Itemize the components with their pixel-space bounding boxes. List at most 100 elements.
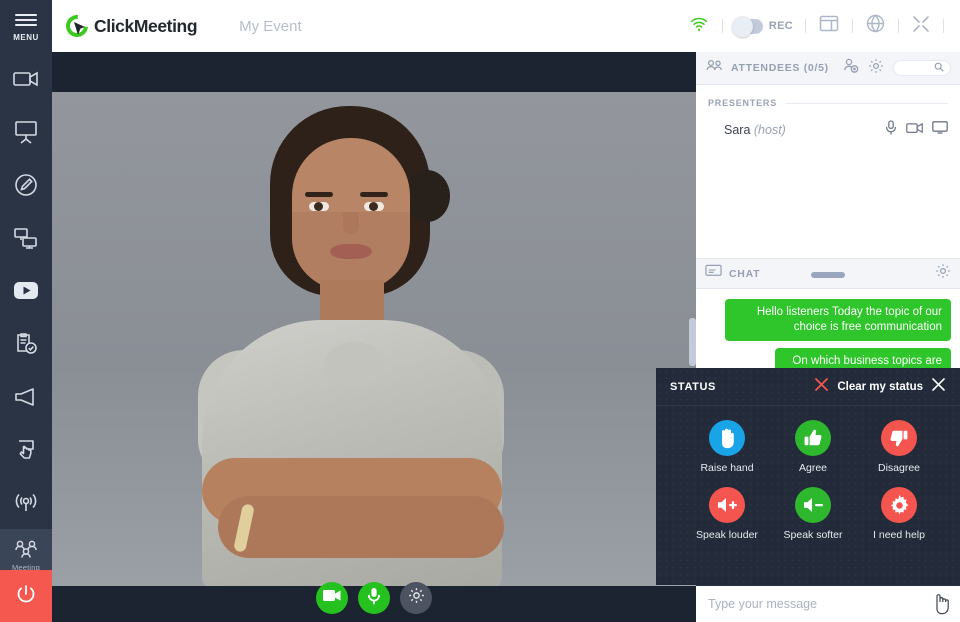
sidebar-item-presentation[interactable] <box>0 105 52 158</box>
status-option-label: Raise hand <box>700 462 754 474</box>
monitor-icon[interactable] <box>932 121 948 139</box>
record-switch[interactable] <box>731 15 763 37</box>
youtube-play-icon <box>13 281 39 300</box>
add-person-icon[interactable] <box>843 58 859 78</box>
top-bar-actions: REC <box>676 14 960 38</box>
status-options-grid: Raise hand Agree Disagree Speak louder S… <box>656 406 960 541</box>
close-x-icon[interactable] <box>931 377 946 397</box>
clickmeeting-app: MENU Meeting ClickMeeting My Event REC A… <box>0 0 960 622</box>
divider <box>785 102 948 104</box>
power-icon <box>15 583 37 610</box>
connection-status-button[interactable] <box>676 16 722 37</box>
chat-icon <box>705 264 722 283</box>
attendees-list: PRESENTERS Sara (host) <box>696 85 960 258</box>
screen-share-icon <box>13 227 39 249</box>
sidebar-item-whiteboard[interactable] <box>0 158 52 211</box>
chat-message-input[interactable] <box>708 597 948 611</box>
gear-help-icon <box>881 487 917 523</box>
chat-scroll-indicator[interactable] <box>689 318 696 366</box>
thumbs-down-icon <box>881 420 917 456</box>
divider <box>943 19 944 33</box>
event-title: My Event <box>239 17 302 35</box>
microphone-icon[interactable] <box>885 120 897 140</box>
megaphone-icon <box>13 387 39 407</box>
gear-icon[interactable] <box>868 58 884 79</box>
video-camera-icon <box>13 70 39 88</box>
fullscreen-icon <box>912 15 930 38</box>
globe-icon <box>866 14 885 38</box>
gear-icon <box>408 587 425 609</box>
sidebar-item-tests[interactable] <box>0 317 52 370</box>
status-option-speak-louder[interactable]: Speak louder <box>684 487 770 541</box>
people-group-icon <box>12 540 40 562</box>
search-icon <box>934 59 944 77</box>
status-option-label: Speak louder <box>696 529 758 541</box>
menu-label: MENU <box>13 33 39 42</box>
clipboard-check-icon <box>14 331 38 356</box>
sidebar-item-broadcast[interactable] <box>0 476 52 529</box>
status-option-label: Speak softer <box>783 529 843 541</box>
list-item[interactable]: Sara (host) <box>708 120 948 140</box>
record-toggle[interactable]: REC <box>723 15 805 37</box>
status-header: STATUS Clear my status <box>656 368 960 406</box>
sidebar-item-youtube[interactable] <box>0 264 52 317</box>
presentation-screen-icon <box>13 120 39 144</box>
toggle-microphone-button[interactable] <box>358 582 390 614</box>
attendees-header-actions <box>843 58 951 79</box>
status-option-raise-hand[interactable]: Raise hand <box>684 420 770 474</box>
status-option-label: I need help <box>873 529 925 541</box>
language-button[interactable] <box>853 14 898 38</box>
presenter-name: Sara (host) <box>724 123 786 137</box>
presenters-label: PRESENTERS <box>708 98 778 108</box>
clear-status-button[interactable]: Clear my status <box>837 381 923 393</box>
record-label: REC <box>768 20 793 32</box>
chat-header-actions <box>935 263 951 284</box>
fullscreen-button[interactable] <box>899 15 943 38</box>
chat-header: CHAT <box>696 258 960 289</box>
layout-icon <box>819 15 839 37</box>
clickmeeting-logo-icon <box>61 10 93 42</box>
sidebar-item-screen-share[interactable] <box>0 211 52 264</box>
attendees-title: ATTENDEES (0/5) <box>731 62 829 74</box>
status-option-speak-softer[interactable]: Speak softer <box>770 487 856 541</box>
chat-input-row[interactable] <box>696 585 960 622</box>
toggle-camera-button[interactable] <box>316 582 348 614</box>
brand-name: ClickMeeting <box>94 15 198 36</box>
left-sidebar: MENU Meeting <box>0 0 52 622</box>
status-option-agree[interactable]: Agree <box>770 420 856 474</box>
menu-button[interactable]: MENU <box>0 0 52 52</box>
video-settings-button[interactable] <box>400 582 432 614</box>
status-title: STATUS <box>670 380 716 393</box>
attendees-icon <box>705 59 724 78</box>
video-camera-icon[interactable] <box>906 121 923 139</box>
leave-meeting-button[interactable] <box>0 570 52 622</box>
video-control-bar <box>52 578 696 618</box>
status-panel: STATUS Clear my status Raise hand Agree … <box>656 368 960 585</box>
status-option-need-help[interactable]: I need help <box>856 487 942 541</box>
cursor-pointer-hand-icon <box>932 592 950 621</box>
attendees-search-input[interactable] <box>893 60 951 76</box>
presenter-device-icons <box>885 120 948 140</box>
speaker-plus-icon <box>709 487 745 523</box>
presenter-video-image <box>52 92 696 588</box>
speaker-minus-icon <box>795 487 831 523</box>
status-option-label: Disagree <box>877 462 921 474</box>
sidebar-item-camera[interactable] <box>0 52 52 105</box>
chat-title: CHAT <box>729 267 761 280</box>
presenters-group-header: PRESENTERS <box>708 98 948 108</box>
hamburger-icon <box>15 14 37 26</box>
gear-icon[interactable] <box>935 263 951 284</box>
red-x-icon[interactable] <box>814 377 829 397</box>
chat-resize-handle[interactable] <box>811 272 845 278</box>
hand-click-icon <box>14 438 38 462</box>
brand-logo[interactable]: ClickMeeting <box>61 10 198 42</box>
presenter-video[interactable] <box>52 92 696 622</box>
sidebar-item-interaction[interactable] <box>0 423 52 476</box>
top-bar: ClickMeeting My Event REC <box>52 0 960 52</box>
raised-hand-icon <box>709 420 745 456</box>
layout-button[interactable] <box>806 15 852 37</box>
attendees-header: ATTENDEES (0/5) <box>696 52 960 85</box>
chat-message: Hello listeners Today the topic of our c… <box>725 299 951 341</box>
status-option-disagree[interactable]: Disagree <box>856 420 942 474</box>
sidebar-item-call-to-action[interactable] <box>0 370 52 423</box>
